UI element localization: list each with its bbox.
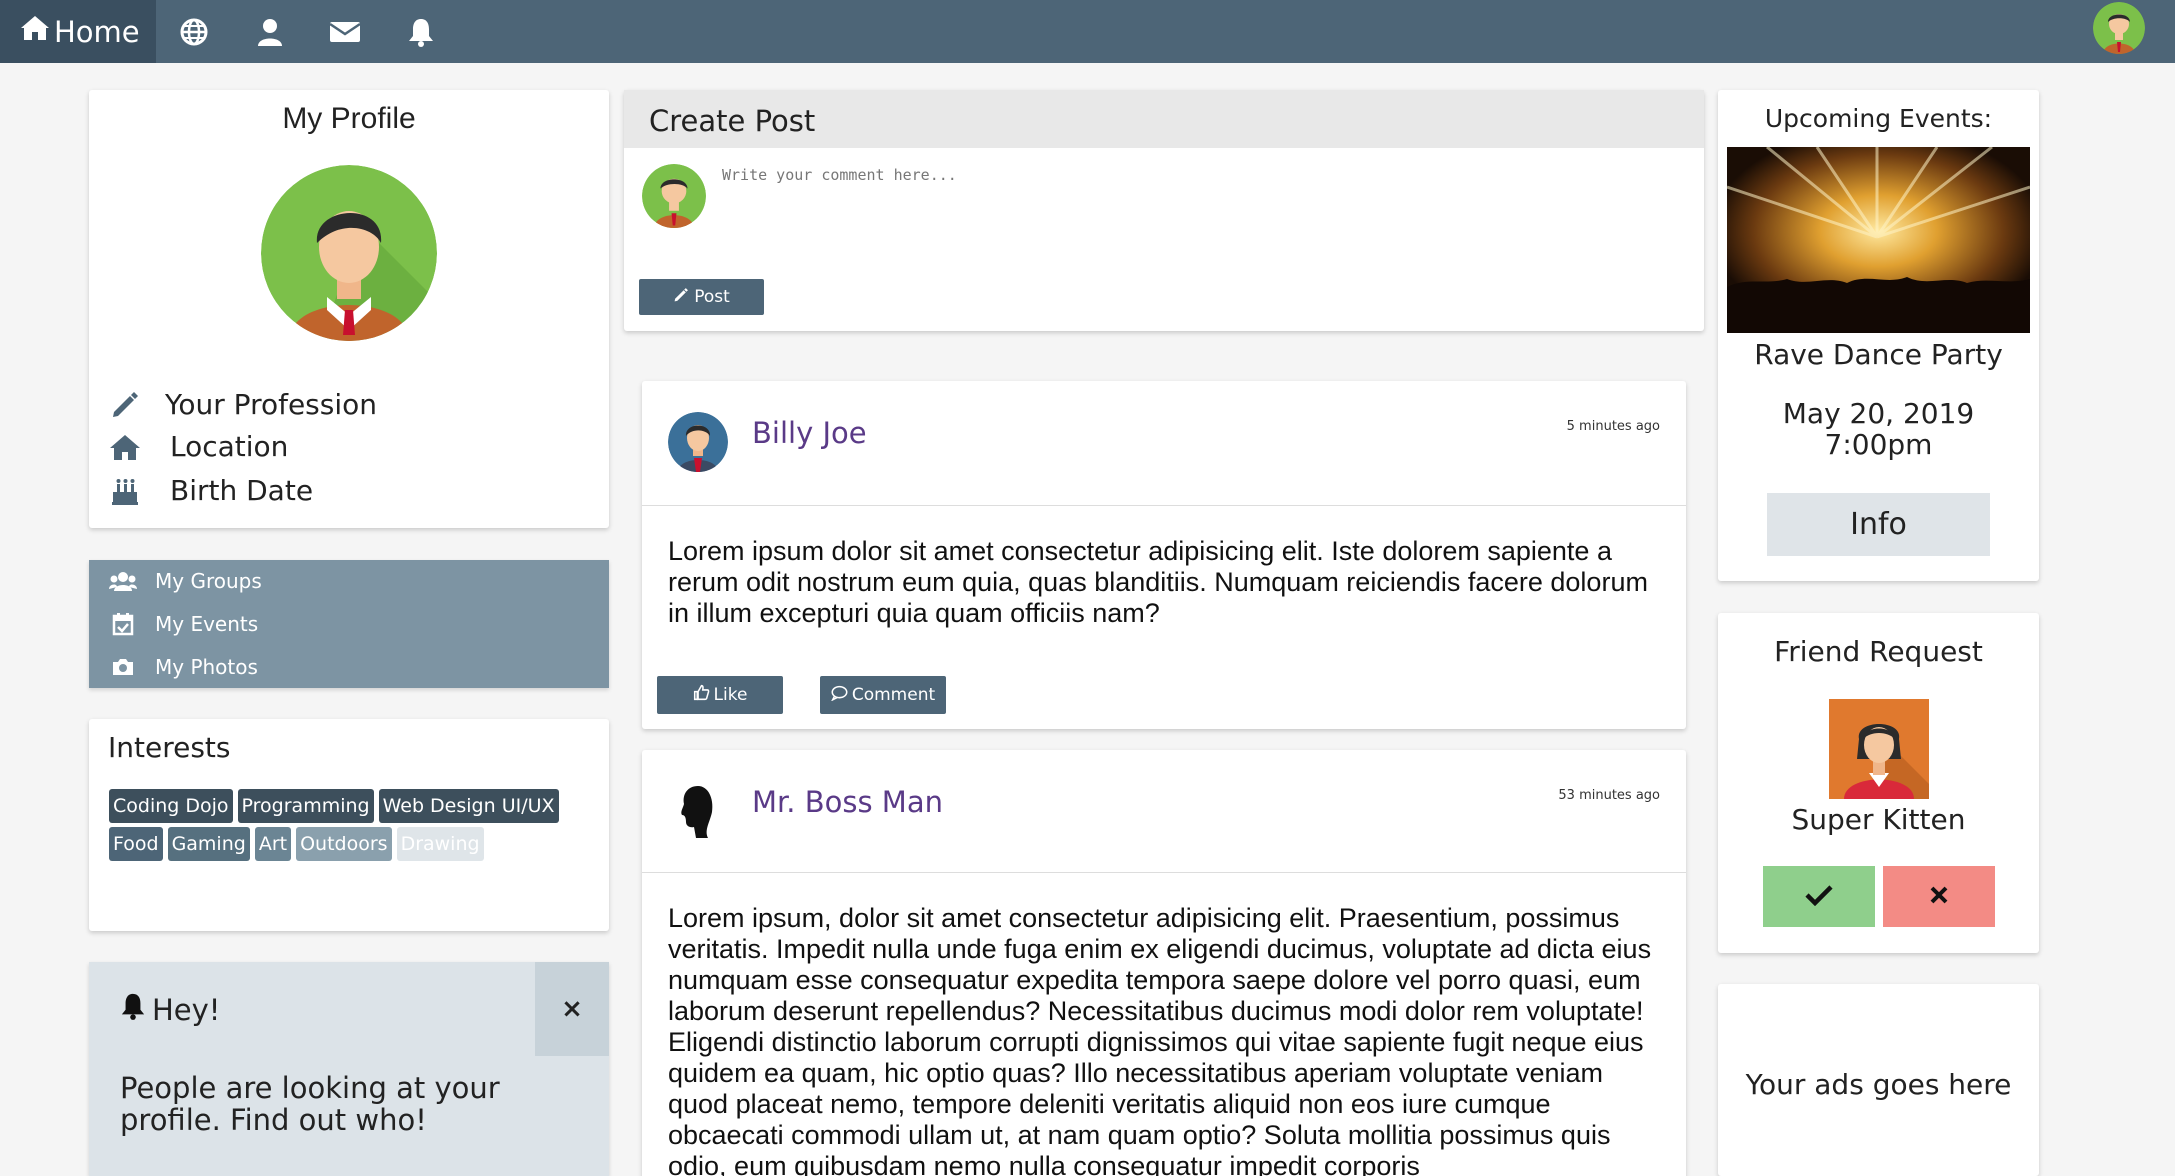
sidemenu-label: My Events <box>155 612 259 636</box>
friend-request-avatar[interactable] <box>1829 699 1929 799</box>
interest-tag[interactable]: Coding Dojo <box>109 789 233 823</box>
create-post-input[interactable] <box>722 160 1682 260</box>
user-icon[interactable] <box>253 15 287 49</box>
interest-tag[interactable]: Art <box>254 827 292 861</box>
interest-tag[interactable]: Web Design UI/UX <box>378 789 559 823</box>
alert-title: Hey! <box>120 992 220 1027</box>
post-body: Lorem ipsum, dolor sit amet consectetur … <box>668 903 1652 1176</box>
post-divider <box>642 872 1686 873</box>
alert-title-text: Hey! <box>152 992 221 1027</box>
create-post-card: Create Post Post <box>624 90 1704 331</box>
birthday-cake-icon <box>107 475 143 507</box>
home-icon <box>107 431 143 463</box>
post-card: Mr. Boss Man 53 minutes ago Lorem ipsum,… <box>642 750 1686 1176</box>
friend-request-title: Friend Request <box>1774 635 1983 668</box>
pencil-icon <box>673 287 689 308</box>
side-menu: My Groups My Events My Photos <box>89 560 609 688</box>
sidemenu-label: My Photos <box>155 655 258 679</box>
bell-icon <box>120 992 152 1027</box>
like-button-label: Like <box>713 685 748 705</box>
pencil-icon <box>107 389 143 421</box>
decline-friend-button[interactable] <box>1883 866 1995 927</box>
event-image[interactable] <box>1727 147 2030 333</box>
event-date: May 20, 2019 <box>1782 397 1975 430</box>
profile-profession: Your Profession <box>165 388 378 421</box>
profile-title: My Profile <box>282 102 416 135</box>
accept-friend-button[interactable] <box>1763 866 1875 927</box>
nav-home-label: Home <box>54 14 140 49</box>
close-icon <box>1929 885 1949 909</box>
create-post-avatar <box>642 164 706 228</box>
profile-birth-date: Birth Date <box>170 474 314 507</box>
post-button-label: Post <box>694 287 730 307</box>
profile-location: Location <box>170 430 289 463</box>
event-info-button[interactable]: Info <box>1767 493 1990 556</box>
interests-row-2: Food Gaming Art Outdoors Drawing <box>109 827 484 861</box>
bell-icon[interactable] <box>404 15 438 49</box>
thumbs-up-icon <box>693 684 710 706</box>
camera-icon <box>109 655 137 679</box>
friend-request-name: Super Kitten <box>1791 803 1966 836</box>
create-post-header: Create Post <box>624 90 1704 148</box>
nav-home-link[interactable]: Home <box>0 0 156 63</box>
profile-birthdate-row: Birth Date <box>107 474 313 507</box>
event-datetime: May 20, 2019 7:00pm <box>1718 398 2039 460</box>
ads-card: Your ads goes here <box>1718 984 2039 1176</box>
interests-card: Interests Coding Dojo Programming Web De… <box>89 719 609 931</box>
upcoming-events-card: Upcoming Events: Rave Dance Party May 20… <box>1718 90 2039 581</box>
calendar-check-icon <box>109 612 137 636</box>
like-button[interactable]: Like <box>657 676 783 714</box>
event-name: Rave Dance Party <box>1754 338 2003 371</box>
event-time: 7:00pm <box>1824 428 1933 461</box>
top-navbar: Home <box>0 0 2175 63</box>
comment-icon <box>830 685 848 706</box>
interests-title: Interests <box>108 731 231 764</box>
post-divider <box>642 505 1686 506</box>
interest-tag[interactable]: Drawing <box>396 827 484 861</box>
users-icon <box>109 569 137 593</box>
post-author-avatar[interactable] <box>668 412 728 472</box>
post-author-name[interactable]: Mr. Boss Man <box>752 785 943 819</box>
interest-tag[interactable]: Outdoors <box>296 827 392 861</box>
interest-tag[interactable]: Programming <box>237 789 374 823</box>
ads-text: Your ads goes here <box>1745 1068 2012 1101</box>
events-title: Upcoming Events: <box>1764 104 1993 133</box>
profile-profession-row: Your Profession <box>107 388 377 421</box>
post-timestamp: 53 minutes ago <box>1558 788 1660 803</box>
create-post-title: Create Post <box>649 104 816 138</box>
post-author-avatar[interactable] <box>668 782 728 842</box>
interest-tag[interactable]: Food <box>109 827 163 861</box>
post-card: Billy Joe 5 minutes ago Lorem ipsum dolo… <box>642 381 1686 729</box>
sidemenu-label: My Groups <box>155 569 262 593</box>
alert-close-button[interactable]: × <box>535 962 609 1056</box>
alert-body: People are looking at your profile. Find… <box>120 1071 500 1137</box>
profile-card: My Profile Your Profession Location Birt… <box>89 90 609 528</box>
friend-request-card: Friend Request Super Kitten <box>1718 613 2039 953</box>
interests-row-1: Coding Dojo Programming Web Design UI/UX <box>109 789 559 823</box>
check-icon <box>1805 884 1833 910</box>
profile-avatar <box>261 165 437 341</box>
notification-alert: × Hey! People are looking at your profil… <box>89 962 609 1176</box>
globe-icon[interactable] <box>177 15 211 49</box>
post-button[interactable]: Post <box>639 279 764 315</box>
post-body: Lorem ipsum dolor sit amet consectetur a… <box>668 536 1648 628</box>
interest-tag[interactable]: Gaming <box>167 827 250 861</box>
sidemenu-item-photos[interactable]: My Photos <box>109 655 258 679</box>
post-timestamp: 5 minutes ago <box>1566 419 1660 434</box>
home-icon <box>20 14 54 49</box>
comment-button[interactable]: Comment <box>820 676 946 714</box>
nav-user-avatar[interactable] <box>2093 2 2145 54</box>
sidemenu-item-events[interactable]: My Events <box>109 612 258 636</box>
profile-location-row: Location <box>107 430 288 463</box>
post-author-name[interactable]: Billy Joe <box>752 416 867 450</box>
sidemenu-item-groups[interactable]: My Groups <box>109 569 262 593</box>
envelope-icon[interactable] <box>328 15 362 49</box>
comment-button-label: Comment <box>851 685 936 705</box>
